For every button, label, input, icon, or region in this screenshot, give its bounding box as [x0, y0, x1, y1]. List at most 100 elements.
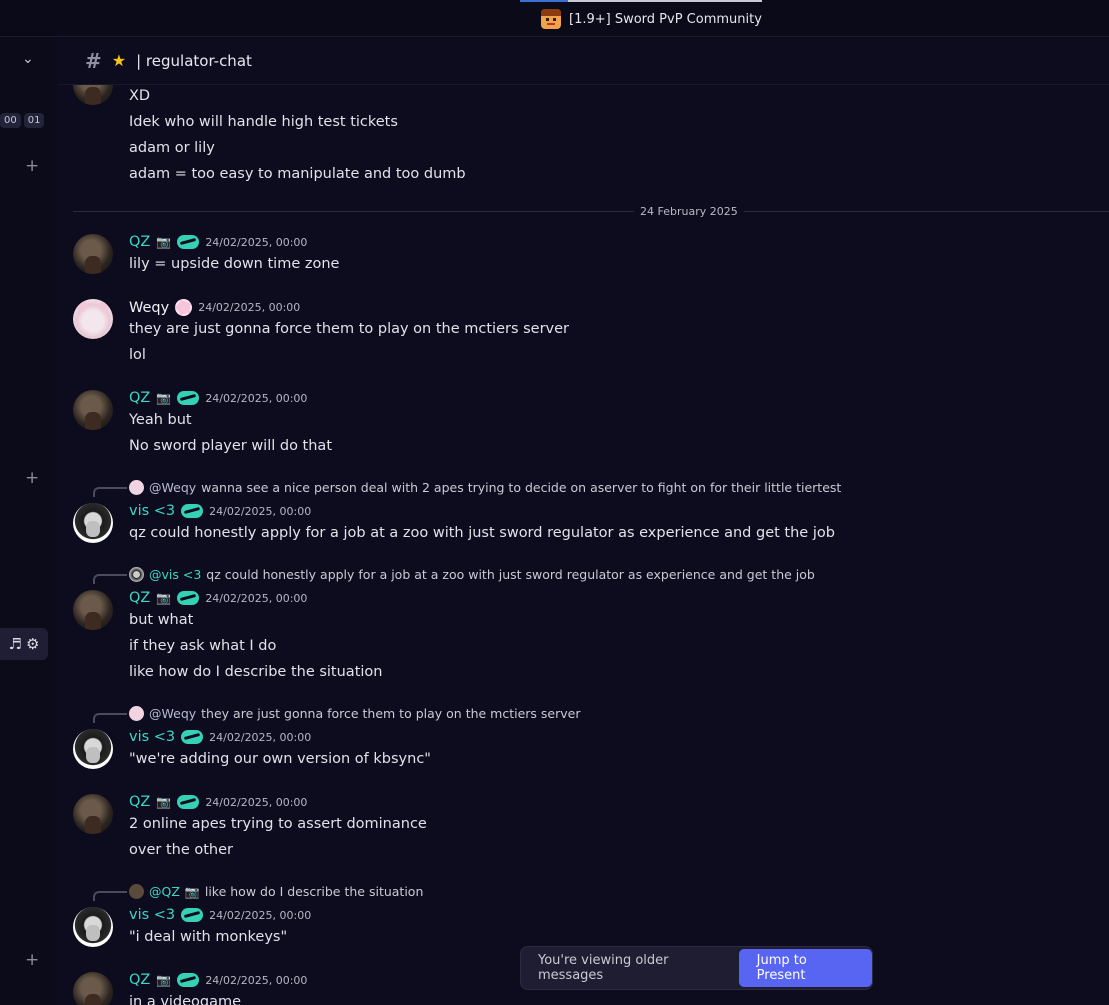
server-title[interactable]: [1.9+] Sword PvP Community: [541, 9, 762, 29]
username[interactable]: vis <3: [129, 503, 175, 519]
avatar[interactable]: [73, 794, 113, 834]
timestamp: 24/02/2025, 00:00: [205, 591, 308, 605]
reply-preview[interactable]: @QZ 📷 like how do I describe the situati…: [129, 884, 423, 899]
date-divider-label: 24 February 2025: [634, 205, 744, 218]
reply-avatar: [129, 567, 144, 582]
reply-text: like how do I describe the situation: [204, 884, 424, 899]
channel-hash-icon: #: [85, 48, 102, 73]
message-header: QZ 📷 24/02/2025, 00:00: [129, 390, 307, 406]
avatar[interactable]: [73, 590, 113, 630]
message-text: Idek who will handle high test tickets: [129, 114, 398, 130]
reply-mention[interactable]: @Weqy: [149, 480, 196, 495]
timestamp: 24/02/2025, 00:00: [209, 908, 312, 922]
username[interactable]: vis <3: [129, 729, 175, 745]
voice-badges: 00 01: [0, 113, 45, 128]
chevron-down-icon[interactable]: ⌄: [22, 51, 34, 67]
badge-1: 01: [23, 113, 45, 128]
avatar[interactable]: [73, 972, 113, 1005]
reply-preview[interactable]: @Weqy wanna see a nice person deal with …: [129, 480, 841, 495]
channel-name: | regulator-chat: [136, 51, 252, 70]
message-header: QZ 📷 24/02/2025, 00:00: [129, 590, 307, 606]
clan-tag-icon: [181, 730, 204, 744]
username[interactable]: Weqy: [129, 300, 169, 316]
message-header: QZ 📷 24/02/2025, 00:00: [129, 234, 307, 250]
username[interactable]: QZ: [129, 234, 150, 250]
username[interactable]: QZ: [129, 794, 150, 810]
camera-icon: 📷: [156, 591, 172, 605]
message-text: but what: [129, 612, 194, 628]
message-list[interactable]: XD Idek who will handle high test ticket…: [57, 85, 1109, 1005]
title-bar: [1.9+] Sword PvP Community: [0, 0, 1109, 37]
reply-preview[interactable]: @vis <3 qz could honestly apply for a jo…: [129, 567, 815, 582]
message-text: if they ask what I do: [129, 638, 277, 654]
older-messages-bar: You're viewing older messages Jump to Pr…: [520, 946, 873, 990]
message-text: adam = too easy to manipulate and too du…: [129, 166, 466, 182]
username[interactable]: QZ: [129, 972, 150, 988]
voice-controls[interactable]: ♬ ⚙: [0, 628, 48, 660]
camera-icon: 📷: [156, 235, 172, 249]
user-settings-icon[interactable]: ♬: [9, 635, 22, 653]
reply-text: they are just gonna force them to play o…: [201, 706, 581, 721]
avatar[interactable]: [73, 299, 113, 339]
gear-icon[interactable]: ⚙: [26, 635, 39, 653]
message-text: Yeah but: [129, 412, 192, 428]
server-icon: [541, 9, 561, 29]
clan-tag-icon: [181, 908, 204, 922]
message-text: they are just gonna force them to play o…: [129, 321, 570, 337]
avatar[interactable]: [73, 234, 113, 274]
message-text: lol: [129, 347, 146, 363]
message-header: QZ 📷 24/02/2025, 00:00: [129, 972, 307, 988]
reply-connector: [93, 487, 127, 497]
avatar[interactable]: [73, 390, 113, 430]
camera-icon: 📷: [156, 391, 172, 405]
message-text: lily = upside down time zone: [129, 256, 340, 272]
username[interactable]: QZ: [129, 590, 150, 606]
message-text: "i deal with monkeys": [129, 929, 288, 945]
badge-0: 00: [0, 113, 21, 128]
message-header: Weqy 24/02/2025, 00:00: [129, 299, 300, 316]
add-icon[interactable]: +: [25, 470, 39, 487]
star-icon: ★: [111, 51, 127, 70]
reply-text: wanna see a nice person deal with 2 apes…: [201, 480, 842, 495]
reply-mention[interactable]: @Weqy: [149, 706, 196, 721]
message-header: vis <3 24/02/2025, 00:00: [129, 503, 311, 519]
server-name: [1.9+] Sword PvP Community: [569, 11, 762, 27]
message-text: "we're adding our own version of kbsync": [129, 751, 431, 767]
timestamp: 24/02/2025, 00:00: [205, 235, 308, 249]
avatar[interactable]: [73, 503, 113, 543]
add-icon[interactable]: +: [25, 158, 39, 175]
clan-tag-icon: [177, 795, 200, 809]
reply-mention[interactable]: @QZ: [149, 884, 180, 899]
avatar[interactable]: [73, 85, 113, 105]
avatar[interactable]: [73, 729, 113, 769]
channel-sidebar: ⌄ 00 01 + + ♬ ⚙ +: [0, 37, 57, 1005]
clan-tag-icon: [177, 973, 200, 987]
reply-avatar: [129, 706, 144, 721]
timestamp: 24/02/2025, 00:00: [209, 504, 312, 518]
older-messages-info: You're viewing older messages: [538, 953, 669, 983]
username[interactable]: QZ: [129, 390, 150, 406]
message-text: No sword player will do that: [129, 438, 333, 454]
reply-preview[interactable]: @Weqy they are just gonna force them to …: [129, 706, 580, 721]
camera-icon: 📷: [156, 973, 172, 987]
timestamp: 24/02/2025, 00:00: [205, 973, 308, 987]
message-header: QZ 📷 24/02/2025, 00:00: [129, 794, 307, 810]
camera-icon: 📷: [156, 795, 172, 809]
clan-tag-icon: [177, 235, 200, 249]
reply-mention[interactable]: @vis <3: [149, 567, 201, 582]
jump-to-present-button[interactable]: Jump to Present: [738, 949, 872, 987]
timestamp: 24/02/2025, 00:00: [205, 391, 308, 405]
add-icon[interactable]: +: [25, 952, 39, 969]
message-text: 2 online apes trying to assert dominance: [129, 816, 427, 832]
date-divider: [73, 211, 1109, 212]
reply-connector: [93, 891, 127, 901]
avatar[interactable]: [73, 907, 113, 947]
clan-tag-icon: [181, 504, 204, 518]
username[interactable]: vis <3: [129, 907, 175, 923]
reply-avatar: [129, 884, 144, 899]
message-header: vis <3 24/02/2025, 00:00: [129, 907, 311, 923]
message-text: like how do I describe the situation: [129, 664, 383, 680]
reply-connector: [93, 713, 127, 723]
timestamp: 24/02/2025, 00:00: [198, 301, 301, 314]
clan-tag-icon: [177, 591, 200, 605]
